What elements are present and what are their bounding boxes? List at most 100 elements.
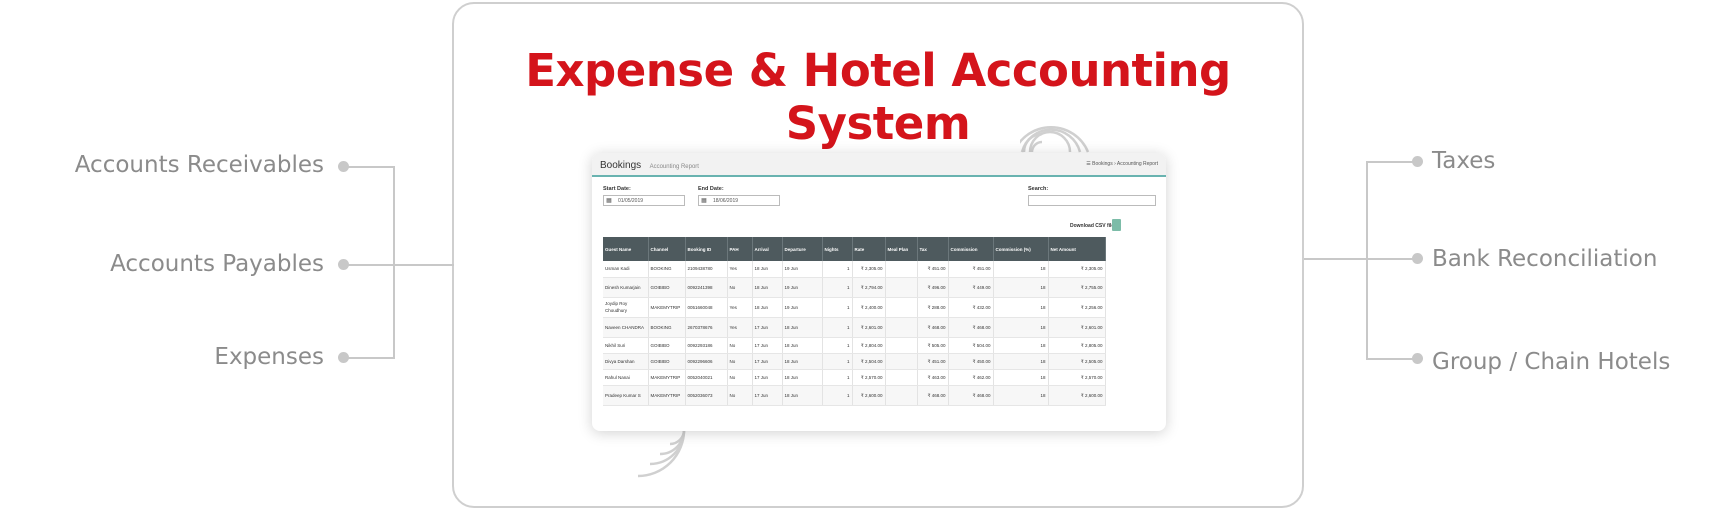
table-cell: 17 Jun [752,385,783,406]
table-cell[interactable]: 0051660048 [685,297,728,318]
table-cell: No [727,385,753,406]
column-header[interactable]: Nights [822,237,853,261]
table-cell [885,369,918,386]
column-header[interactable]: Booking ID [685,237,728,261]
table-row[interactable]: Nikhil Suri GOIBIBO 0092293186 No 17 Jun 18 J… [603,337,1106,354]
table-cell [885,317,918,338]
table-cell: ₹ 2,755.00 [1048,277,1106,298]
table-cell [885,297,918,318]
table-cell: ₹ 468.00 [948,317,994,338]
column-header[interactable]: Channel [648,237,686,261]
csv-file-icon[interactable] [1112,219,1121,231]
table-cell: Rahul Nanai [603,369,649,386]
table-cell: ₹ 504.00 [948,337,994,354]
table-cell: ₹ 2,505.00 [1048,353,1106,370]
table-cell: 1 [822,337,853,354]
table-row[interactable]: Pradeep Kumar S MAKEMYTRIP 0052036073 No 17 … [603,385,1106,406]
table-cell: GOIBIBO [648,277,686,298]
card-header: Bookings Accounting Report ☰ Bookings › … [592,153,1166,177]
table-cell [885,337,918,354]
table-cell: 18 Jun [752,277,783,298]
feature-taxes: Taxes [1432,148,1496,174]
table-cell: 17 Jun [752,337,783,354]
table-cell[interactable]: 0052040021 [685,369,728,386]
table-cell: BOOKING [648,261,686,278]
table-cell: Divya Darshan [603,353,649,370]
table-cell: MAKEMYTRIP [648,369,686,386]
table-row[interactable]: Rahul Nanai MAKEMYTRIP 0052040021 No 17 Jun 1… [603,369,1106,386]
feature-group-chain-hotels: Group / Chain Hotels [1432,349,1671,375]
table-row[interactable]: Dinesh Kumarjain GOIBIBO 0092241398 No 18 Ju… [603,277,1106,298]
download-csv-link[interactable]: Download CSV file [1070,223,1114,229]
table-cell: 19 Jun [782,261,823,278]
table-cell: ₹ 451.00 [948,261,994,278]
table-cell[interactable]: 2670378676 [685,317,728,338]
table-cell: ₹ 2,600.00 [1048,385,1106,406]
column-header[interactable]: PAH [727,237,753,261]
calendar-icon: ▦ [701,198,707,204]
feature-accounts-payables: Accounts Payables [110,251,324,277]
search-label: Search: [1028,186,1049,192]
table-cell: 18 Jun [752,297,783,318]
table-cell: Pradeep Kumar S [603,385,649,406]
column-header[interactable]: Commission [948,237,994,261]
breadcrumb[interactable]: ☰ Bookings › Accounting Report [1086,161,1158,167]
table-cell: 1 [822,277,853,298]
table-cell[interactable]: 2109438780 [685,261,728,278]
table-cell: 18 [993,277,1049,298]
column-header[interactable]: Meal Plan [885,237,918,261]
table-cell: ₹ 2,256.00 [1048,297,1106,318]
table-cell: ₹ 2,400.00 [852,297,886,318]
table-cell: 1 [822,353,853,370]
table-cell: ₹ 451.00 [917,353,949,370]
end-date-label: End Date: [698,186,724,192]
table-cell: ₹ 468.00 [917,385,949,406]
table-cell[interactable]: 0092293186 [685,337,728,354]
table-cell: BOOKING [648,317,686,338]
table-cell[interactable]: 0052036073 [685,385,728,406]
calendar-icon: ▦ [606,198,612,204]
table-cell [885,353,918,370]
table-cell[interactable]: 0092241398 [685,277,728,298]
table-cell: Yes [727,261,753,278]
table-cell: 18 Jun [782,353,823,370]
column-header[interactable]: Departure [782,237,823,261]
table-cell: ₹ 468.00 [917,317,949,338]
table-cell[interactable]: 0092296606 [685,353,728,370]
table-cell: 18 Jun [782,385,823,406]
table-cell: No [727,337,753,354]
table-cell: Usman Kadi [603,261,649,278]
column-header[interactable]: Tax [917,237,949,261]
table-cell: 18 [993,297,1049,318]
table-cell: ₹ 2,504.00 [852,353,886,370]
connector-line [1366,161,1368,360]
column-header[interactable]: Net Amount [1048,237,1106,261]
page-title: Expense & Hotel Accounting System [525,44,1231,150]
table-cell: ₹ 2,600.00 [852,385,886,406]
end-date-field[interactable]: ▦ 18/06/2019 [698,195,780,206]
start-date-field[interactable]: ▦ 01/05/2019 [603,195,685,206]
table-cell: ₹ 451.00 [917,261,949,278]
table-row[interactable]: Divya Darshan GOIBIBO 0092296606 No 17 Jun 18… [603,353,1106,370]
feature-expenses: Expenses [214,344,324,370]
table-cell: ₹ 2,601.00 [1048,317,1106,338]
table-cell: MAKEMYTRIP [648,297,686,318]
table-cell [885,277,918,298]
connector-line [344,357,395,359]
search-input[interactable] [1028,195,1156,206]
table-row[interactable]: Joydip Roy Choudhury MAKEMYTRIP 0051660048… [603,297,1106,318]
column-header[interactable]: Commission (%) [993,237,1049,261]
column-header[interactable]: Guest Name [603,237,649,261]
table-header-row: Guest Name Channel Booking ID PAH Arrival Dep… [603,237,1106,261]
column-header[interactable]: Arrival [752,237,783,261]
table-row[interactable]: Naveen CHANDRA BOOKING 2670378676 Yes 17 Jun… [603,317,1106,338]
table-cell: ₹ 2,570.00 [1048,369,1106,386]
table-row[interactable]: Usman Kadi BOOKING 2109438780 Yes 18 Jun 19 J… [603,261,1106,278]
table-cell: GOIBIBO [648,337,686,354]
column-header[interactable]: Rate [852,237,886,261]
report-subtitle: Accounting Report [649,164,699,170]
table-cell: ₹ 2,305.00 [1048,261,1106,278]
table-cell: 18 Jun [782,317,823,338]
bookings-report-window: Bookings Accounting Report ☰ Bookings › … [592,153,1166,431]
signal-arcs-icon [1020,125,1090,153]
